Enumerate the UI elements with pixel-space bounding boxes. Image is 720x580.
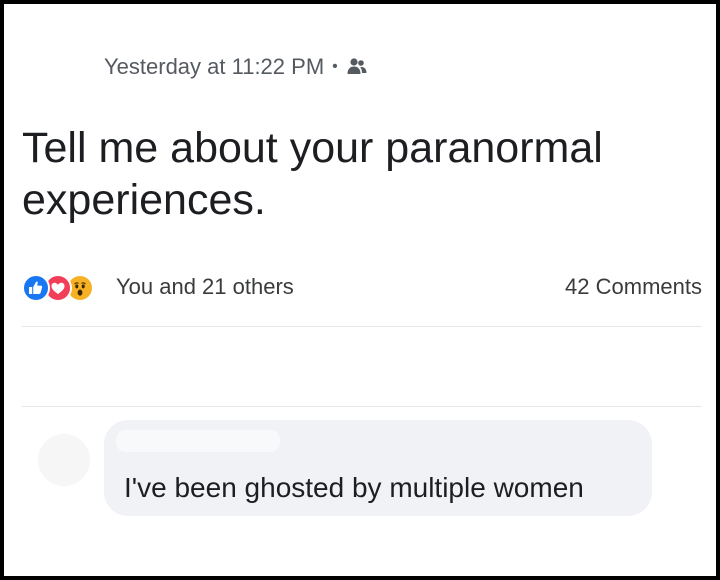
post-timestamp[interactable]: Yesterday at 11:22 PM	[104, 54, 324, 80]
comment-text: I've been ghosted by multiple women	[124, 472, 584, 503]
post-card: Yesterday at 11:22 PM • Tell me about yo…	[4, 4, 716, 576]
reaction-summary-text[interactable]: You and 21 others	[116, 274, 294, 300]
avatar[interactable]	[38, 434, 90, 486]
reactions-summary[interactable]: You and 21 others	[22, 272, 294, 302]
reaction-icons	[22, 272, 114, 302]
comment-bubble: I've been ghosted by multiple women	[104, 420, 652, 516]
comment-author-name-redacted[interactable]	[116, 430, 280, 452]
post-header: Yesterday at 11:22 PM •	[104, 54, 368, 80]
divider	[22, 406, 702, 407]
divider	[22, 326, 702, 327]
separator-dot: •	[332, 58, 338, 75]
friends-icon[interactable]	[346, 57, 368, 77]
post-text: Tell me about your paranormal experience…	[22, 124, 603, 224]
comments-count-link[interactable]: 42 Comments	[565, 274, 702, 300]
like-icon	[22, 274, 50, 302]
